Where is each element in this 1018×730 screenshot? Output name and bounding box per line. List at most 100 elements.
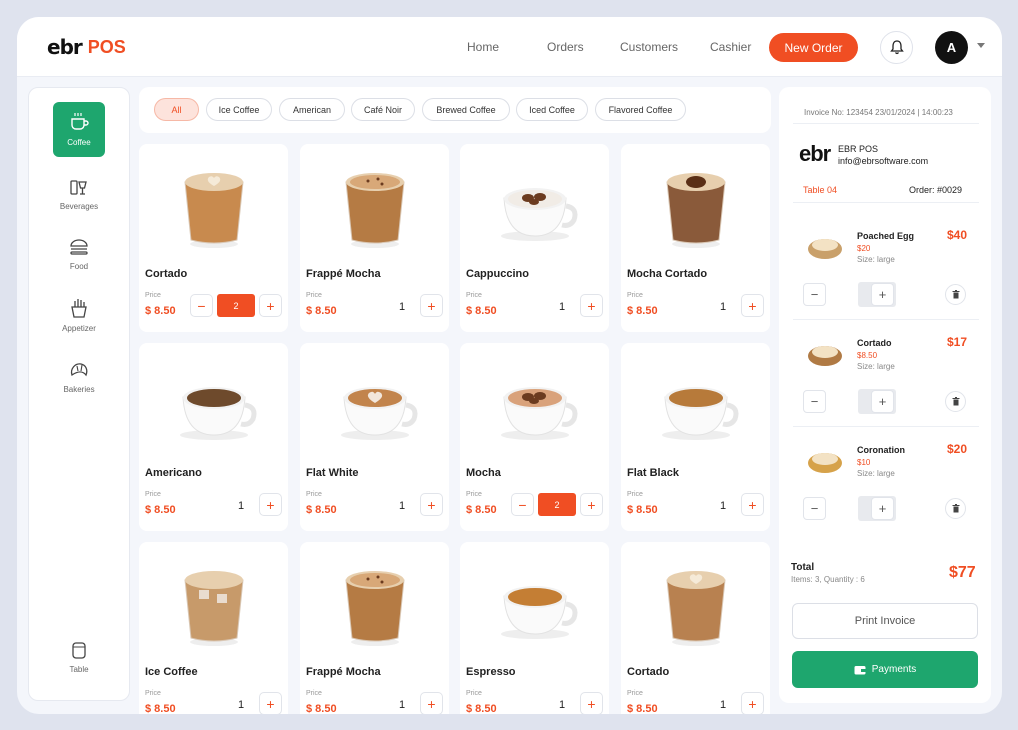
- product-price: $ 8.50: [466, 703, 497, 714]
- nav-cashier[interactable]: Cashier: [710, 40, 751, 54]
- avatar[interactable]: A: [935, 31, 968, 64]
- beverages-icon: [70, 180, 87, 195]
- product-price: $ 8.50: [466, 504, 497, 516]
- increase-qty-button[interactable]: +: [871, 283, 894, 306]
- order-item-unit-price: $8.50: [857, 351, 878, 360]
- quantity-value[interactable]: 2: [217, 294, 255, 317]
- product-card[interactable]: Frappé Mocha Price $ 8.50 1 +: [300, 144, 449, 332]
- filter-chip-all[interactable]: All: [154, 98, 199, 121]
- decrease-qty-button[interactable]: −: [511, 493, 534, 516]
- payments-label: Payments: [871, 664, 917, 675]
- product-name: Frappé Mocha: [306, 268, 381, 280]
- delete-item-button[interactable]: [945, 284, 966, 305]
- croissant-icon: [70, 363, 88, 377]
- increase-qty-button[interactable]: +: [741, 294, 764, 317]
- quantity-value: 1: [238, 500, 245, 512]
- brand-mark: ebr: [47, 35, 83, 59]
- increase-qty-button[interactable]: +: [420, 493, 443, 516]
- product-card[interactable]: Cappuccino Price $ 8.50 1 +: [460, 144, 609, 332]
- increase-qty-button[interactable]: +: [259, 692, 282, 714]
- sidebar-label-coffee: Coffee: [67, 138, 91, 147]
- product-name: Cortado: [145, 268, 188, 280]
- price-label: Price: [627, 491, 643, 498]
- brand-logo[interactable]: ebr POS: [47, 35, 126, 59]
- filter-bar: All Ice Coffee American Café Noir Brewed…: [139, 87, 771, 133]
- decrease-qty-button[interactable]: −: [803, 283, 826, 306]
- product-card[interactable]: Espresso Price $ 8.50 1 +: [460, 542, 609, 714]
- product-card[interactable]: Flat White Price $ 8.50 1 +: [300, 343, 449, 531]
- product-card[interactable]: Cortado Price $ 8.50 1 +: [621, 542, 770, 714]
- product-card[interactable]: Ice Coffee Price $ 8.50 1 +: [139, 542, 288, 714]
- payments-button[interactable]: Payments: [792, 651, 978, 688]
- sidebar-item-table[interactable]: Table: [29, 641, 129, 674]
- decrease-qty-button[interactable]: −: [190, 294, 213, 317]
- invoice-email: info@ebrsoftware.com: [838, 156, 929, 166]
- product-card[interactable]: Flat Black Price $ 8.50 1 +: [621, 343, 770, 531]
- filter-chip[interactable]: Iced Coffee: [516, 98, 588, 121]
- filter-chip[interactable]: Ice Coffee: [206, 98, 272, 121]
- increase-qty-button[interactable]: +: [580, 294, 603, 317]
- chevron-down-icon[interactable]: [977, 43, 985, 48]
- product-name: Cortado: [627, 666, 670, 678]
- product-price: $ 8.50: [466, 305, 497, 317]
- filter-chip[interactable]: Café Noir: [351, 98, 415, 121]
- sidebar-item-appetizer[interactable]: Appetizer: [29, 298, 129, 333]
- sidebar-label-food: Food: [69, 262, 89, 271]
- nav-orders[interactable]: Orders: [547, 40, 584, 54]
- brand-name: POS: [87, 36, 126, 57]
- product-card[interactable]: Frappé Mocha Price $ 8.50 1 +: [300, 542, 449, 714]
- product-name: Ice Coffee: [145, 666, 198, 678]
- increase-qty-button[interactable]: +: [871, 497, 894, 520]
- product-name: Cappuccino: [466, 268, 529, 280]
- increase-qty-button[interactable]: +: [871, 390, 894, 413]
- delete-item-button[interactable]: [945, 391, 966, 412]
- table-number: Table 04: [803, 185, 838, 195]
- sidebar-label-bakeries: Bakeries: [63, 385, 95, 394]
- product-card[interactable]: Cortado Price $ 8.50 −2 +: [139, 144, 288, 332]
- sidebar-item-coffee[interactable]: Coffee: [29, 102, 129, 157]
- product-image: [651, 560, 741, 650]
- divider: [793, 123, 979, 124]
- sidebar-item-beverages[interactable]: Beverages: [29, 178, 129, 211]
- nav-customers[interactable]: Customers: [620, 40, 678, 54]
- quantity-value[interactable]: 2: [538, 493, 576, 516]
- product-price: $ 8.50: [145, 305, 176, 317]
- new-order-button[interactable]: New Order: [769, 33, 858, 62]
- quantity-value: 1: [238, 699, 245, 711]
- table-icon: [72, 642, 86, 659]
- increase-qty-button[interactable]: +: [259, 493, 282, 516]
- delete-item-button[interactable]: [945, 498, 966, 519]
- sidebar-item-bakeries[interactable]: Bakeries: [29, 361, 129, 394]
- print-invoice-button[interactable]: Print Invoice: [792, 603, 978, 639]
- filter-chip[interactable]: Brewed Coffee: [422, 98, 510, 121]
- product-card[interactable]: Americano Price $ 8.50 1 +: [139, 343, 288, 531]
- sidebar-item-food[interactable]: Food: [29, 238, 129, 271]
- quantity-value: 1: [399, 699, 406, 711]
- price-label: Price: [306, 690, 322, 697]
- increase-qty-button[interactable]: +: [580, 692, 603, 714]
- increase-qty-button[interactable]: +: [420, 692, 443, 714]
- order-item-name: Poached Egg: [857, 231, 915, 241]
- filter-chip[interactable]: Flavored Coffee: [595, 98, 686, 121]
- increase-qty-button[interactable]: +: [741, 493, 764, 516]
- increase-qty-button[interactable]: +: [741, 692, 764, 714]
- quantity-value: 1: [399, 301, 406, 313]
- decrease-qty-button[interactable]: −: [803, 390, 826, 413]
- order-item-size: Size: large: [857, 255, 895, 264]
- notification-button[interactable]: [880, 31, 913, 64]
- increase-qty-button[interactable]: +: [259, 294, 282, 317]
- product-card[interactable]: Mocha Price $ 8.50 −2 +: [460, 343, 609, 531]
- nav-home[interactable]: Home: [467, 40, 499, 54]
- product-card[interactable]: Mocha Cortado Price $ 8.50 1 +: [621, 144, 770, 332]
- order-item-image: [805, 332, 845, 372]
- quantity-value: 1: [720, 301, 727, 313]
- product-image: [490, 361, 580, 451]
- filter-chip[interactable]: American: [279, 98, 345, 121]
- wallet-icon: [854, 665, 866, 674]
- price-label: Price: [306, 491, 322, 498]
- product-price: $ 8.50: [627, 305, 658, 317]
- increase-qty-button[interactable]: +: [580, 493, 603, 516]
- increase-qty-button[interactable]: +: [420, 294, 443, 317]
- decrease-qty-button[interactable]: −: [803, 497, 826, 520]
- product-price: $ 8.50: [306, 504, 337, 516]
